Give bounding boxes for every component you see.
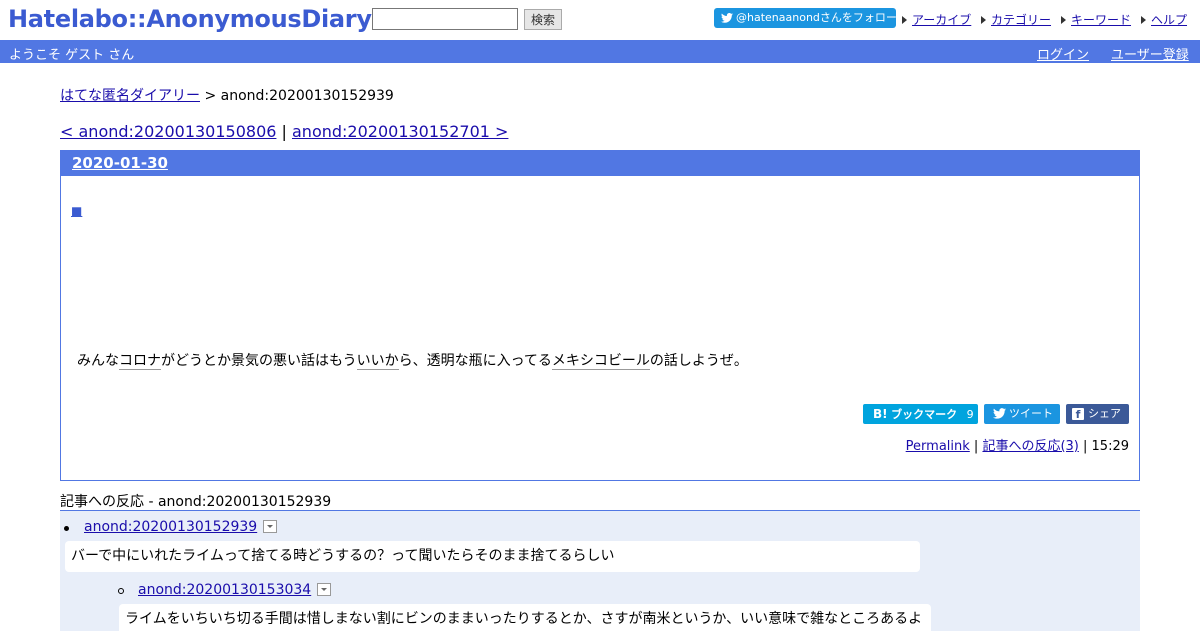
bookmark-label: ブックマーク xyxy=(891,408,958,421)
entry-date[interactable]: 2020-01-30 xyxy=(72,154,168,172)
dropdown-icon[interactable] xyxy=(263,520,278,533)
twitter-follow-button[interactable]: @hatenaanondさんをフォロー xyxy=(714,8,897,30)
nav-archive[interactable]: アーカイブ xyxy=(902,11,971,28)
entry-box xyxy=(60,150,1140,481)
body-text: ら、透明な瓶に入ってる xyxy=(398,353,552,369)
nav-category[interactable]: カテゴリー xyxy=(981,11,1051,28)
nav-keyword[interactable]: キーワード xyxy=(1061,11,1131,28)
meta-separator: | xyxy=(1078,439,1092,454)
user-bar xyxy=(0,40,1200,63)
reaction-item: anond:20200130152939 xyxy=(84,519,278,535)
breadcrumb-home-link[interactable]: はてな匿名ダイアリー xyxy=(60,88,200,104)
twitter-bird-icon xyxy=(721,10,733,30)
tweet-button[interactable]: ツイート xyxy=(984,404,1060,424)
login-link[interactable]: ログイン xyxy=(1037,44,1089,63)
reaction-item: anond:20200130153034 xyxy=(138,582,332,598)
triangle-icon xyxy=(1141,16,1146,24)
triangle-icon xyxy=(981,16,986,24)
reaction-excerpt: ライムをいちいち切る手間は惜しまない割にビンのままいったりするとか、さすが南米と… xyxy=(119,604,931,635)
next-entry-link[interactable]: anond:20200130152701 > xyxy=(292,122,508,141)
breadcrumb-separator: > xyxy=(200,88,221,104)
reaction-link[interactable]: anond:20200130153034 xyxy=(138,582,311,598)
dropdown-icon[interactable] xyxy=(317,583,332,596)
keyword-link[interactable]: メキシコビール xyxy=(551,353,650,370)
hatena-b-icon: B! xyxy=(873,407,888,421)
body-text: の話しようぜ。 xyxy=(649,353,748,369)
register-link[interactable]: ユーザー登録 xyxy=(1111,44,1189,63)
welcome-text: ようこそ ゲスト さん xyxy=(9,48,135,63)
entry-meta: Permalink | 記事への反応(3) | 15:29 xyxy=(906,435,1129,454)
triangle-icon xyxy=(1061,16,1066,24)
facebook-share-button[interactable]: f シェア xyxy=(1066,404,1129,424)
prev-entry-link[interactable]: < anond:20200130150806 xyxy=(60,122,276,141)
search-input[interactable] xyxy=(372,8,518,30)
search-button[interactable]: 検索 xyxy=(524,9,562,30)
hatena-bookmark-button[interactable]: B! ブックマーク 9 xyxy=(863,404,978,424)
facebook-icon: f xyxy=(1072,408,1084,421)
nav-keyword-label: キーワード xyxy=(1071,13,1132,27)
follow-label: @hatenaanondさんをフォロー xyxy=(736,11,897,24)
pager-separator: | xyxy=(276,122,292,141)
body-text: みんな xyxy=(77,353,119,369)
site-logo[interactable]: Hatelabo::AnonymousDiary xyxy=(8,5,372,33)
keyword-link[interactable]: コロナ xyxy=(119,353,161,370)
triangle-icon xyxy=(902,16,907,24)
bookmark-count: 9 xyxy=(966,408,974,421)
nav-help[interactable]: ヘルプ xyxy=(1141,11,1187,28)
list-bullet xyxy=(118,588,124,594)
meta-separator: | xyxy=(969,439,983,454)
entry-body: みんなコロナがどうとか景気の悪い話はもういいから、透明な瓶に入ってるメキシコビー… xyxy=(77,350,748,370)
tweet-label: ツイート xyxy=(1009,407,1053,420)
keyword-link[interactable]: いいか xyxy=(356,353,399,370)
reaction-excerpt: バーで中にいれたライムって捨てる時どうするの？って聞いたらそのまま捨てるらしい xyxy=(65,541,920,572)
nav-archive-label: アーカイブ xyxy=(912,13,972,27)
reactions-title: 記事への反応 - anond:20200130152939 xyxy=(60,494,332,510)
twitter-bird-icon xyxy=(993,406,1006,426)
entry-permalink-square[interactable]: ■ xyxy=(71,204,82,218)
reactions-link[interactable]: 記事への反応(3) xyxy=(982,439,1078,454)
body-text: がどうとか景気の悪い話はもう xyxy=(161,353,357,369)
breadcrumb-current: anond:20200130152939 xyxy=(220,88,394,104)
list-bullet xyxy=(64,526,69,531)
permalink-link[interactable]: Permalink xyxy=(906,439,970,454)
entry-pager: < anond:20200130150806 | anond:202001301… xyxy=(60,122,508,141)
breadcrumb: はてな匿名ダイアリー > anond:20200130152939 xyxy=(60,85,394,105)
entry-time: 15:29 xyxy=(1091,439,1129,454)
reaction-link[interactable]: anond:20200130152939 xyxy=(84,519,257,535)
nav-help-label: ヘルプ xyxy=(1151,13,1188,27)
facebook-share-label: シェア xyxy=(1088,407,1121,420)
entry-header xyxy=(61,150,1139,176)
nav-category-label: カテゴリー xyxy=(991,13,1052,27)
